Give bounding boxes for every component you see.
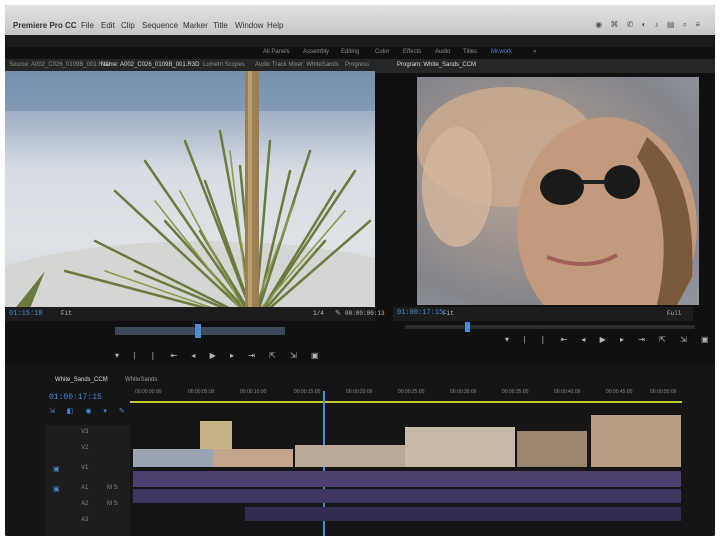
ruler-label: 00:00:20:00: [346, 389, 373, 395]
video-clip-v1[interactable]: [405, 427, 515, 467]
woman-sunglasses-image: [417, 77, 699, 305]
track-label-v1: V1: [81, 465, 89, 471]
timeline-ruler[interactable]: 00:00:00:00 00:00:05:00 00:00:10:00 00:0…: [130, 383, 680, 403]
mute-icon[interactable]: M S: [107, 501, 118, 507]
workspace-overflow-icon[interactable]: »: [533, 49, 536, 55]
audio-clip-a1[interactable]: [133, 471, 681, 487]
menu-sequence[interactable]: Sequence: [142, 21, 178, 30]
wrench-icon[interactable]: ✎: [335, 309, 341, 317]
tab-white-sands-ccm[interactable]: White_Sands_CCM: [55, 377, 108, 383]
yucca-plant-image: [5, 71, 375, 321]
tab-program[interactable]: Program: White_Sands_CCM: [397, 62, 476, 68]
video-clip-v1[interactable]: [295, 445, 405, 467]
source-fit-select[interactable]: Fit: [61, 310, 72, 317]
screenshot-frame: Premiere Pro CC File Edit Clip Sequence …: [5, 5, 715, 536]
source-duration: 00:00:00:13: [345, 310, 385, 317]
system-tray-icons: ◉ ⌘ ✆ ◐ ♪ ▤ ⌕ ≡: [595, 20, 703, 29]
track-label-v3: V3: [81, 429, 89, 435]
program-transport-controls[interactable]: ▾ | ❘ ⇤ ◂ ▶ ▸ ⇥ ⇱ ⇲ ▣: [505, 335, 715, 344]
program-monitor-video[interactable]: [417, 77, 699, 305]
tab-audio-track-mixer[interactable]: Audio Track Mixer: WhiteSands: [255, 62, 339, 68]
mute-icon[interactable]: M S: [107, 485, 118, 491]
source-playhead[interactable]: [195, 324, 201, 338]
menu-help[interactable]: Help: [267, 21, 283, 30]
source-scrubber[interactable]: [115, 324, 285, 338]
source-monitor-video[interactable]: [5, 71, 375, 321]
program-timecode: 01:00:17:15: [397, 309, 444, 317]
workspace-titles[interactable]: Titles: [463, 49, 477, 55]
video-clip-v1[interactable]: [591, 415, 681, 467]
workspace-assembly[interactable]: Assembly: [303, 49, 329, 55]
workspace-mr-work[interactable]: Mr.work: [491, 49, 512, 55]
menu-bar: Premiere Pro CC File Edit Clip Sequence …: [5, 5, 715, 35]
menu-window[interactable]: Window: [235, 21, 263, 30]
ruler-label: 00:00:35:00: [502, 389, 529, 395]
track-headers: V3 V2 V1 A1 A2 A3 ▣ ▣ M S M S: [45, 425, 130, 536]
v1-target-icon[interactable]: ▣: [53, 465, 60, 473]
program-scrubber[interactable]: [405, 322, 695, 332]
video-clip-v2[interactable]: [200, 421, 232, 451]
video-clip-v1[interactable]: [517, 431, 587, 467]
source-timecode: 01:15:18: [9, 310, 43, 318]
menu-title[interactable]: Title: [213, 21, 228, 30]
menu-marker[interactable]: Marker: [183, 21, 208, 30]
ruler-label: 00:00:45:00: [606, 389, 633, 395]
ruler-label: 00:00:25:00: [398, 389, 425, 395]
work-area-bar[interactable]: [130, 401, 682, 403]
workspace-effects[interactable]: Effects: [403, 49, 421, 55]
source-quality-select[interactable]: 1/4: [313, 310, 324, 317]
timeline-toolbar[interactable]: ⇲ ◧ ◉ ▾ ✎: [49, 407, 130, 415]
source-transport-controls[interactable]: ▾ | ❘ ⇤ ◂ ▶ ▸ ⇥ ⇱ ⇲ ▣: [115, 351, 325, 360]
tab-source[interactable]: Source: A002_C026_0109B_001.R3D: [9, 62, 110, 68]
ruler-label: 00:00:30:00: [450, 389, 477, 395]
tab-progress[interactable]: Progress: [345, 62, 369, 68]
audio-clip-a3[interactable]: [245, 507, 681, 521]
a1-target-icon[interactable]: ▣: [53, 485, 60, 493]
track-label-a3: A3: [81, 517, 89, 523]
program-control-bar: 01:00:17:15 Fit Full: [393, 307, 693, 321]
timeline-panel: White_Sands_CCM WhiteSands 01:00:17:15 ⇲…: [5, 365, 715, 536]
workspace-audio[interactable]: Audio: [435, 49, 450, 55]
ruler-label: 00:00:00:00: [135, 389, 162, 395]
workspace-color[interactable]: Color: [375, 49, 389, 55]
ruler-label: 00:00:50:00: [650, 389, 677, 395]
program-quality-select[interactable]: Full: [667, 310, 681, 317]
tab-source-name[interactable]: Name: A002_C026_0109B_001.R3D: [101, 62, 199, 68]
title-strip: [5, 35, 715, 47]
menu-edit[interactable]: Edit: [101, 21, 115, 30]
ruler-label: 00:00:40:00: [554, 389, 581, 395]
program-fit-select[interactable]: Fit: [443, 310, 454, 317]
track-label-v2: V2: [81, 445, 89, 451]
workspace-all-panels[interactable]: All Panels: [263, 49, 290, 55]
track-label-a1: A1: [81, 485, 89, 491]
menu-clip[interactable]: Clip: [121, 21, 135, 30]
video-clip-v1[interactable]: [213, 449, 293, 467]
video-clip-v1[interactable]: [133, 449, 213, 467]
track-label-a2: A2: [81, 501, 89, 507]
menu-file[interactable]: File: [81, 21, 94, 30]
app-name: Premiere Pro CC: [13, 21, 77, 30]
audio-clip-a2[interactable]: [133, 489, 681, 503]
timeline-timecode: 01:00:17:15: [49, 393, 102, 402]
program-playhead[interactable]: [465, 322, 470, 332]
workspace-editing[interactable]: Editing: [341, 49, 359, 55]
ruler-label: 00:00:10:00: [240, 389, 267, 395]
ruler-label: 00:00:15:00: [294, 389, 321, 395]
tab-lumetri-scopes[interactable]: Lumetri Scopes: [203, 62, 245, 68]
ruler-label: 00:00:05:00: [188, 389, 215, 395]
source-control-bar: 01:15:18 Fit 1/4 ✎ 00:00:00:13: [5, 307, 385, 321]
